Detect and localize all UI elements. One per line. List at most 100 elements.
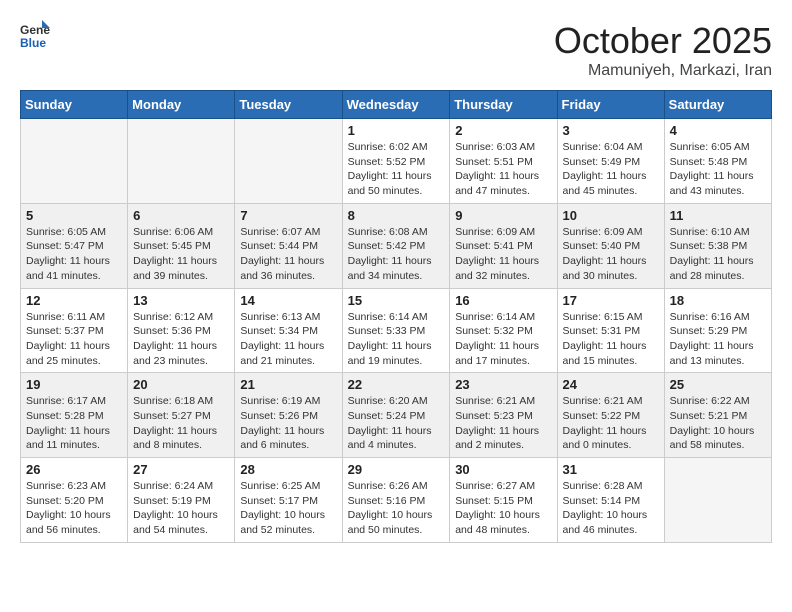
day-info: Sunrise: 6:16 AM Sunset: 5:29 PM Dayligh… xyxy=(670,310,766,369)
day-info: Sunrise: 6:23 AM Sunset: 5:20 PM Dayligh… xyxy=(26,479,122,538)
calendar-cell: 21 Sunrise: 6:19 AM Sunset: 5:26 PM Dayli… xyxy=(235,373,342,458)
calendar-cell xyxy=(664,458,771,543)
day-info: Sunrise: 6:21 AM Sunset: 5:22 PM Dayligh… xyxy=(563,394,659,453)
day-info: Sunrise: 6:19 AM Sunset: 5:26 PM Dayligh… xyxy=(240,394,336,453)
calendar-cell: 25Sunrise: 6:22 AM Sunset: 5:21 PM Dayli… xyxy=(664,373,771,458)
day-number: 10 xyxy=(563,208,659,223)
weekday-header-thursday: Thursday xyxy=(450,91,557,119)
day-number: 18 xyxy=(670,293,766,308)
weekday-header-row: SundayMondayTuesdayWednesdayThursdayFrid… xyxy=(21,91,772,119)
day-info: Sunrise: 6:09 AM Sunset: 5:40 PM Dayligh… xyxy=(563,225,659,284)
day-info: Sunrise: 6:05 AM Sunset: 5:47 PM Dayligh… xyxy=(26,225,122,284)
day-number: 17 xyxy=(563,293,659,308)
calendar-cell: 8 Sunrise: 6:08 AM Sunset: 5:42 PM Daylig… xyxy=(342,203,450,288)
calendar-cell: 3 Sunrise: 6:04 AM Sunset: 5:49 PM Daylig… xyxy=(557,119,664,204)
day-info: Sunrise: 6:02 AM Sunset: 5:52 PM Dayligh… xyxy=(348,140,445,199)
day-number: 24 xyxy=(563,377,659,392)
day-info: Sunrise: 6:27 AM Sunset: 5:15 PM Dayligh… xyxy=(455,479,551,538)
day-info: Sunrise: 6:15 AM Sunset: 5:31 PM Dayligh… xyxy=(563,310,659,369)
day-info: Sunrise: 6:14 AM Sunset: 5:32 PM Dayligh… xyxy=(455,310,551,369)
day-info: Sunrise: 6:13 AM Sunset: 5:34 PM Dayligh… xyxy=(240,310,336,369)
day-number: 5 xyxy=(26,208,122,223)
day-number: 14 xyxy=(240,293,336,308)
calendar-cell: 17 Sunrise: 6:15 AM Sunset: 5:31 PM Dayli… xyxy=(557,288,664,373)
day-info: Sunrise: 6:28 AM Sunset: 5:14 PM Dayligh… xyxy=(563,479,659,538)
day-number: 16 xyxy=(455,293,551,308)
calendar-cell: 20 Sunrise: 6:18 AM Sunset: 5:27 PM Dayli… xyxy=(128,373,235,458)
day-info: Sunrise: 6:24 AM Sunset: 5:19 PM Dayligh… xyxy=(133,479,229,538)
calendar-cell: 13 Sunrise: 6:12 AM Sunset: 5:36 PM Dayli… xyxy=(128,288,235,373)
calendar-week-4: 19 Sunrise: 6:17 AM Sunset: 5:28 PM Dayli… xyxy=(21,373,772,458)
calendar-cell: 11 Sunrise: 6:10 AM Sunset: 5:38 PM Dayli… xyxy=(664,203,771,288)
calendar-cell: 30 Sunrise: 6:27 AM Sunset: 5:15 PM Dayli… xyxy=(450,458,557,543)
day-number: 23 xyxy=(455,377,551,392)
calendar-cell: 22Sunrise: 6:20 AM Sunset: 5:24 PM Dayli… xyxy=(342,373,450,458)
logo: General Blue xyxy=(20,20,50,50)
calendar-cell: 2 Sunrise: 6:03 AM Sunset: 5:51 PM Daylig… xyxy=(450,119,557,204)
calendar-cell: 31 Sunrise: 6:28 AM Sunset: 5:14 PM Dayli… xyxy=(557,458,664,543)
day-info: Sunrise: 6:26 AM Sunset: 5:16 PM Dayligh… xyxy=(348,479,445,538)
weekday-header-tuesday: Tuesday xyxy=(235,91,342,119)
day-number: 9 xyxy=(455,208,551,223)
calendar-cell xyxy=(128,119,235,204)
day-number: 12 xyxy=(26,293,122,308)
day-number: 19 xyxy=(26,377,122,392)
weekday-header-friday: Friday xyxy=(557,91,664,119)
day-number: 30 xyxy=(455,462,551,477)
calendar-cell: 29Sunrise: 6:26 AM Sunset: 5:16 PM Dayli… xyxy=(342,458,450,543)
calendar-cell: 14 Sunrise: 6:13 AM Sunset: 5:34 PM Dayli… xyxy=(235,288,342,373)
weekday-header-saturday: Saturday xyxy=(664,91,771,119)
day-info: Sunrise: 6:05 AM Sunset: 5:48 PM Dayligh… xyxy=(670,140,766,199)
calendar-cell: 6Sunrise: 6:06 AM Sunset: 5:45 PM Daylig… xyxy=(128,203,235,288)
weekday-header-wednesday: Wednesday xyxy=(342,91,450,119)
day-number: 26 xyxy=(26,462,122,477)
day-number: 8 xyxy=(348,208,445,223)
day-info: Sunrise: 6:10 AM Sunset: 5:38 PM Dayligh… xyxy=(670,225,766,284)
calendar-cell: 12 Sunrise: 6:11 AM Sunset: 5:37 PM Dayli… xyxy=(21,288,128,373)
day-number: 2 xyxy=(455,123,551,138)
day-info: Sunrise: 6:04 AM Sunset: 5:49 PM Dayligh… xyxy=(563,140,659,199)
calendar-cell: 5 Sunrise: 6:05 AM Sunset: 5:47 PM Daylig… xyxy=(21,203,128,288)
day-info: Sunrise: 6:11 AM Sunset: 5:37 PM Dayligh… xyxy=(26,310,122,369)
calendar-cell: 27 Sunrise: 6:24 AM Sunset: 5:19 PM Dayli… xyxy=(128,458,235,543)
calendar-cell xyxy=(21,119,128,204)
weekday-header-monday: Monday xyxy=(128,91,235,119)
calendar-cell: 16 Sunrise: 6:14 AM Sunset: 5:32 PM Dayli… xyxy=(450,288,557,373)
weekday-header-sunday: Sunday xyxy=(21,91,128,119)
day-info: Sunrise: 6:22 AM Sunset: 5:21 PM Dayligh… xyxy=(670,394,766,453)
svg-text:Blue: Blue xyxy=(20,36,46,50)
calendar-cell: 26 Sunrise: 6:23 AM Sunset: 5:20 PM Dayli… xyxy=(21,458,128,543)
calendar-cell: 4 Sunrise: 6:05 AM Sunset: 5:48 PM Daylig… xyxy=(664,119,771,204)
day-info: Sunrise: 6:17 AM Sunset: 5:28 PM Dayligh… xyxy=(26,394,122,453)
calendar-cell: 15Sunrise: 6:14 AM Sunset: 5:33 PM Dayli… xyxy=(342,288,450,373)
location: Mamuniyeh, Markazi, Iran xyxy=(554,62,772,80)
day-info: Sunrise: 6:08 AM Sunset: 5:42 PM Dayligh… xyxy=(348,225,445,284)
day-number: 3 xyxy=(563,123,659,138)
day-info: Sunrise: 6:12 AM Sunset: 5:36 PM Dayligh… xyxy=(133,310,229,369)
day-number: 15 xyxy=(348,293,445,308)
day-number: 28 xyxy=(240,462,336,477)
day-number: 31 xyxy=(563,462,659,477)
page-header: General Blue October 2025 Mamuniyeh, Mar… xyxy=(20,20,772,80)
calendar-cell: 28 Sunrise: 6:25 AM Sunset: 5:17 PM Dayli… xyxy=(235,458,342,543)
title-block: October 2025 Mamuniyeh, Markazi, Iran xyxy=(554,20,772,80)
day-info: Sunrise: 6:09 AM Sunset: 5:41 PM Dayligh… xyxy=(455,225,551,284)
day-number: 27 xyxy=(133,462,229,477)
calendar-cell: 7Sunrise: 6:07 AM Sunset: 5:44 PM Daylig… xyxy=(235,203,342,288)
calendar-week-2: 5 Sunrise: 6:05 AM Sunset: 5:47 PM Daylig… xyxy=(21,203,772,288)
calendar-cell: 10 Sunrise: 6:09 AM Sunset: 5:40 PM Dayli… xyxy=(557,203,664,288)
day-number: 7 xyxy=(240,208,336,223)
day-info: Sunrise: 6:18 AM Sunset: 5:27 PM Dayligh… xyxy=(133,394,229,453)
calendar-cell: 19 Sunrise: 6:17 AM Sunset: 5:28 PM Dayli… xyxy=(21,373,128,458)
day-number: 21 xyxy=(240,377,336,392)
day-info: Sunrise: 6:03 AM Sunset: 5:51 PM Dayligh… xyxy=(455,140,551,199)
day-number: 20 xyxy=(133,377,229,392)
calendar-cell: 24 Sunrise: 6:21 AM Sunset: 5:22 PM Dayli… xyxy=(557,373,664,458)
calendar-cell xyxy=(235,119,342,204)
day-number: 4 xyxy=(670,123,766,138)
day-info: Sunrise: 6:21 AM Sunset: 5:23 PM Dayligh… xyxy=(455,394,551,453)
day-number: 13 xyxy=(133,293,229,308)
day-info: Sunrise: 6:25 AM Sunset: 5:17 PM Dayligh… xyxy=(240,479,336,538)
day-number: 11 xyxy=(670,208,766,223)
calendar-cell: 9 Sunrise: 6:09 AM Sunset: 5:41 PM Daylig… xyxy=(450,203,557,288)
